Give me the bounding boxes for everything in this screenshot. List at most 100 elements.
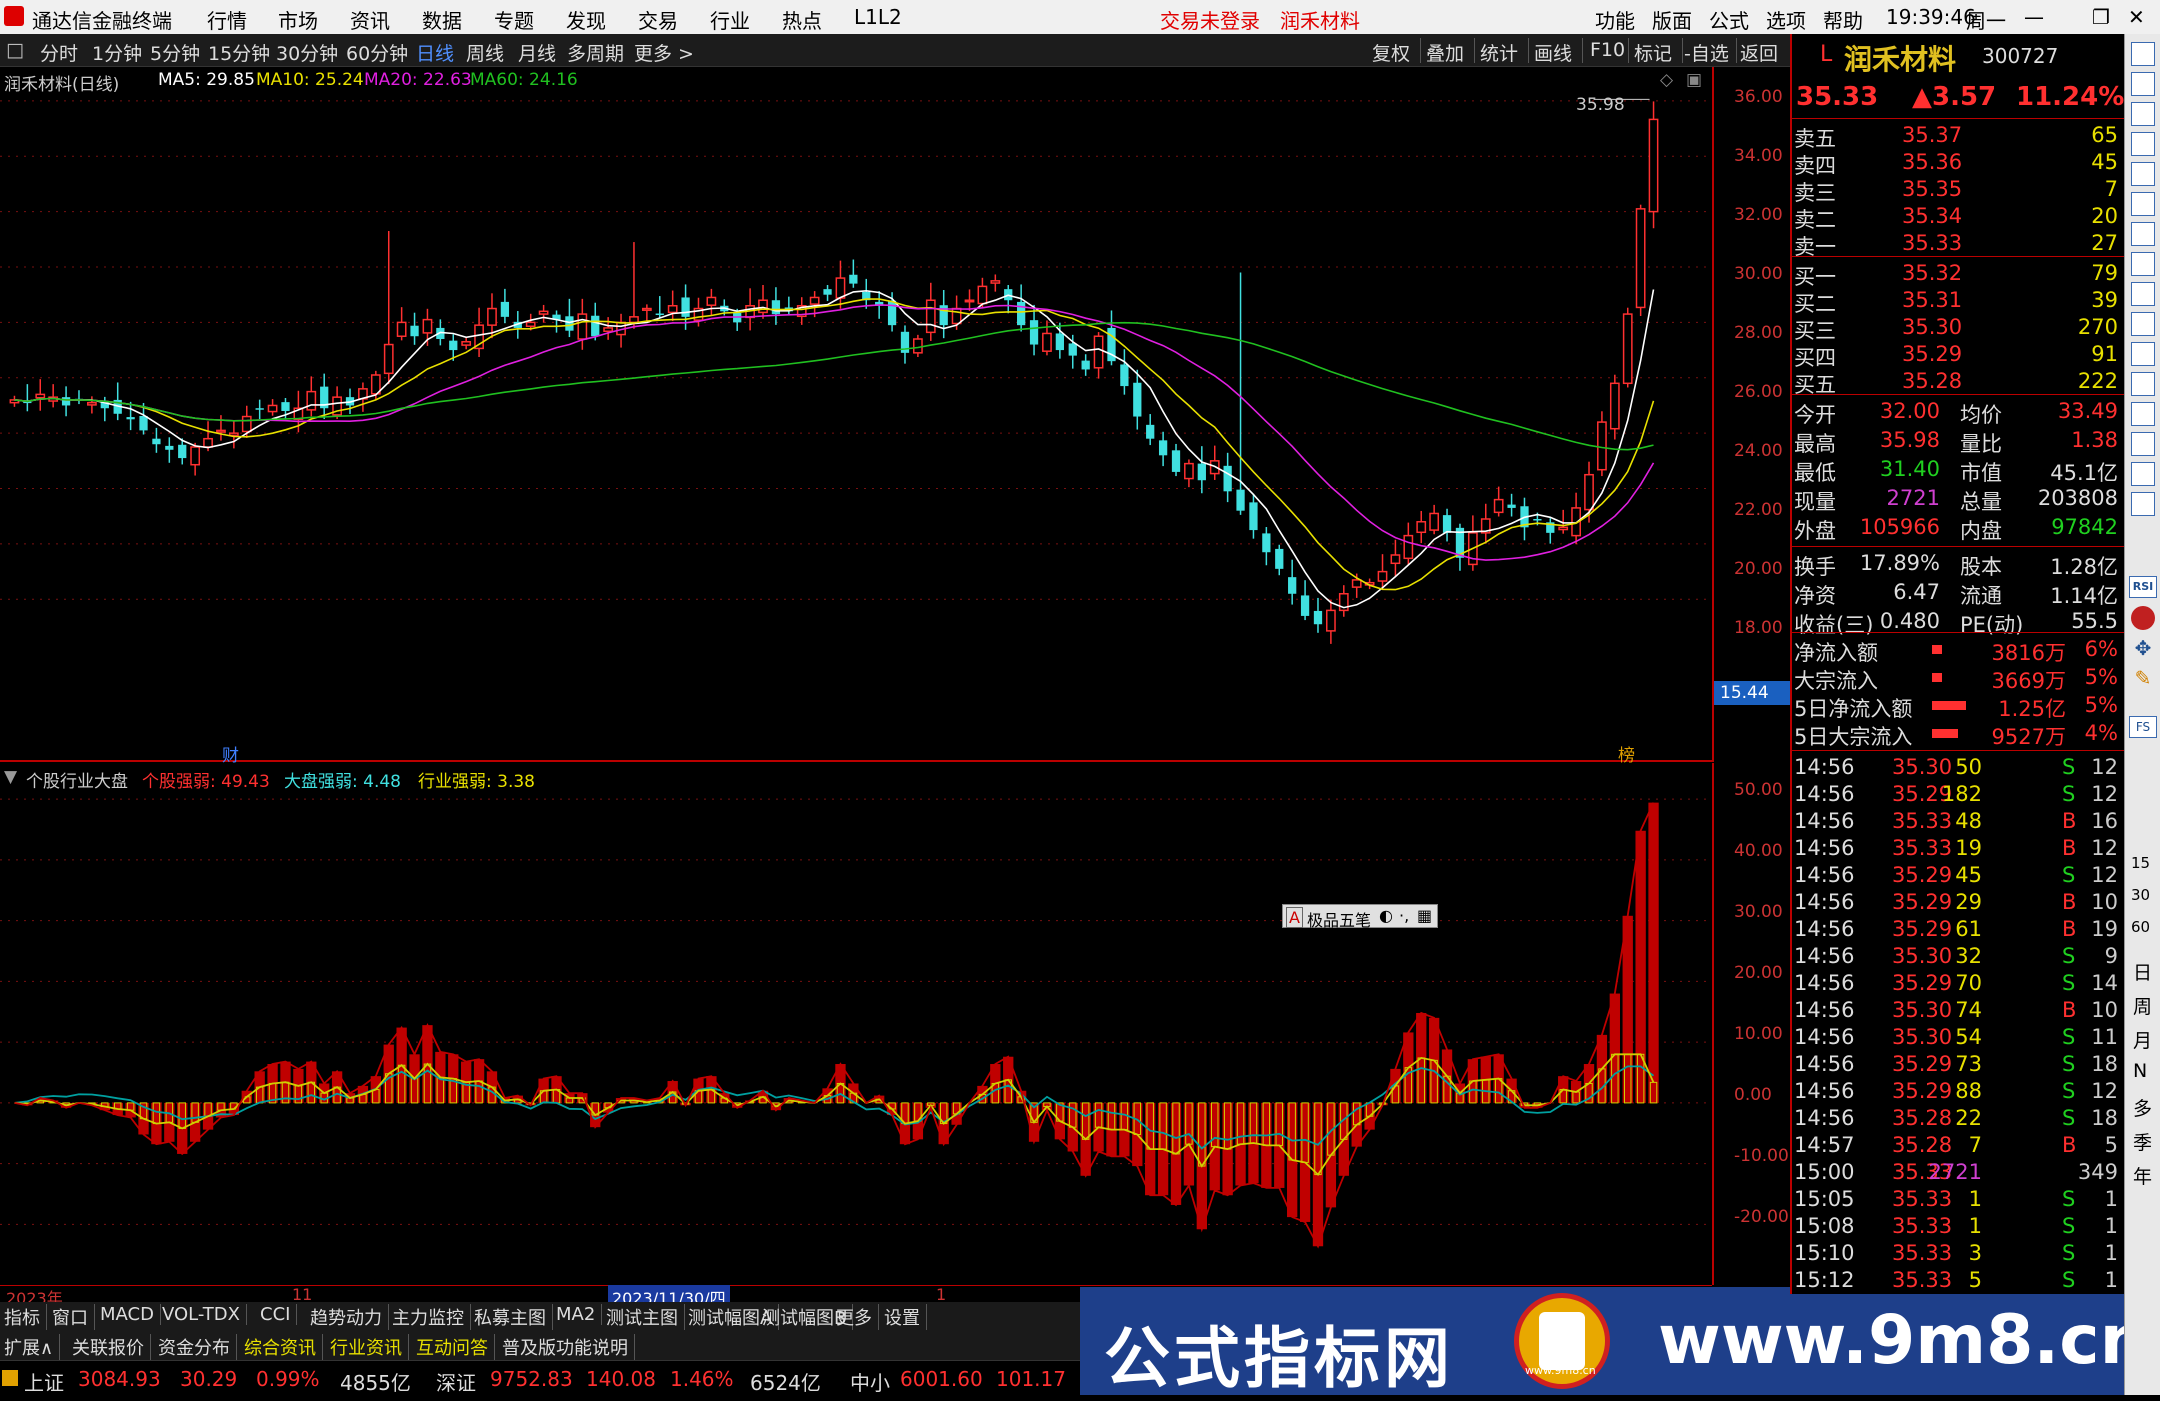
fs-icon[interactable]: FS: [2129, 716, 2157, 738]
period-monthly[interactable]: 月线: [518, 39, 556, 66]
f10-icon[interactable]: [2131, 312, 2155, 336]
menu-toggle-icon[interactable]: □: [6, 39, 24, 61]
menu-xuanxiang[interactable]: 选项: [1766, 5, 1806, 34]
menu-l1l2[interactable]: L1L2: [854, 5, 902, 29]
grid-icon[interactable]: [2131, 372, 2155, 396]
tab-info-3[interactable]: 综合资讯: [244, 1334, 323, 1360]
tab-info-4[interactable]: 行业资讯: [330, 1334, 409, 1360]
tool-diejia[interactable]: 叠加: [1426, 39, 1464, 66]
tab-indicator-6[interactable]: 主力监控: [392, 1304, 471, 1330]
tab-info-1[interactable]: 关联报价: [72, 1334, 151, 1360]
candlestick-chart[interactable]: [0, 67, 1712, 762]
period-15min[interactable]: 15分钟: [208, 39, 270, 66]
minute-shortcut-icon[interactable]: 30: [2131, 886, 2150, 904]
candle-icon[interactable]: [2131, 252, 2155, 276]
tool-huaxian[interactable]: 画线: [1534, 39, 1572, 66]
period-1min[interactable]: 1分钟: [92, 39, 142, 66]
menu-bangzhu[interactable]: 帮助: [1823, 5, 1863, 34]
tab-indicator-13[interactable]: 设置: [884, 1304, 927, 1330]
table-icon[interactable]: [2131, 162, 2155, 186]
period-fenshi[interactable]: 分时: [40, 39, 78, 66]
tab-info-2[interactable]: 资金分布: [158, 1334, 237, 1360]
period-shortcut-5[interactable]: 季: [2133, 1128, 2152, 1155]
period-60min[interactable]: 60分钟: [346, 39, 408, 66]
arrow-up-icon[interactable]: [2131, 72, 2155, 96]
tab-info-6[interactable]: 普及版功能说明: [502, 1334, 635, 1360]
menu-gongneng[interactable]: 功能: [1595, 5, 1635, 34]
tab-indicator-2[interactable]: MACD: [100, 1304, 161, 1325]
tab-indicator-0[interactable]: 指标: [4, 1304, 47, 1330]
period-shortcut-6[interactable]: 年: [2133, 1162, 2152, 1189]
period-shortcut-3[interactable]: N: [2133, 1060, 2147, 1082]
ime-keyboard-icon[interactable]: ▦: [1417, 906, 1432, 925]
minute-shortcut-icon[interactable]: 15: [2131, 854, 2150, 872]
menu-hangqing[interactable]: 行情: [207, 5, 247, 34]
strength-indicator-chart[interactable]: [0, 763, 1712, 1285]
ime-moon-icon[interactable]: ◐: [1379, 906, 1393, 925]
menu-gongshi[interactable]: 公式: [1709, 5, 1749, 34]
settings-icon[interactable]: ◇: [1660, 70, 1673, 90]
grid-icon[interactable]: [2131, 432, 2155, 456]
tool-fanhui[interactable]: 返回: [1740, 39, 1778, 66]
arrow-up-icon[interactable]: [2131, 42, 2155, 66]
move-icon[interactable]: ✥: [2131, 636, 2155, 660]
line-chart-icon[interactable]: [2131, 222, 2155, 246]
period-shortcut-0[interactable]: 日: [2133, 958, 2152, 985]
tab-indicator-3[interactable]: VOL-TDX: [162, 1304, 247, 1325]
menu-shuju[interactable]: 数据: [422, 5, 462, 34]
tab-indicator-5[interactable]: 趋势动力: [310, 1304, 389, 1330]
minimize-icon[interactable]: —: [2024, 5, 2044, 29]
grid-icon[interactable]: [2131, 402, 2155, 426]
tab-indicator-8[interactable]: MA2: [556, 1304, 603, 1325]
close-icon[interactable]: ✕: [2128, 5, 2145, 29]
ime-toolbar[interactable]: A 极品五笔 ◐ ·, ▦: [1282, 904, 1438, 930]
tool-fuquan[interactable]: 复权: [1372, 39, 1410, 66]
grid-icon[interactable]: [2131, 282, 2155, 306]
tab-indicator-4[interactable]: CCI: [260, 1304, 298, 1325]
menu-faxian[interactable]: 发现: [566, 5, 606, 34]
rsi-icon[interactable]: RSI: [2129, 576, 2157, 598]
candle-icon[interactable]: [2131, 192, 2155, 216]
grid-icon[interactable]: [2131, 462, 2155, 486]
sh-label[interactable]: 上证: [24, 1367, 64, 1396]
tab-info-5[interactable]: 互动问答: [416, 1334, 495, 1360]
period-5min[interactable]: 5分钟: [150, 39, 200, 66]
tab-indicator-12[interactable]: 更多: [836, 1304, 879, 1330]
menu-hangye[interactable]: 行业: [710, 5, 750, 34]
window-icon[interactable]: ▣: [1686, 70, 1702, 90]
restore-icon[interactable]: ❐: [2092, 5, 2110, 29]
zx-label[interactable]: 中小: [850, 1367, 890, 1396]
period-daily[interactable]: 日线: [416, 39, 454, 66]
chart-icon[interactable]: [2131, 132, 2155, 156]
menu-banmian[interactable]: 版面: [1652, 5, 1692, 34]
menu-redian[interactable]: 热点: [782, 5, 822, 34]
tool-biaoji[interactable]: 标记: [1634, 39, 1672, 66]
status-icon[interactable]: [2, 1370, 18, 1386]
period-multi[interactable]: 多周期: [567, 39, 624, 66]
tab-info-0[interactable]: 扩展∧: [4, 1334, 61, 1360]
alert-icon[interactable]: [2131, 606, 2155, 630]
menu-jiaoyi[interactable]: 交易: [638, 5, 678, 34]
login-status[interactable]: 交易未登录: [1160, 5, 1260, 34]
list-icon[interactable]: [2131, 342, 2155, 366]
ime-punct-icon[interactable]: ·,: [1399, 906, 1409, 925]
period-30min[interactable]: 30分钟: [276, 39, 338, 66]
period-weekly[interactable]: 周线: [466, 39, 504, 66]
period-shortcut-4[interactable]: 多: [2133, 1094, 2152, 1121]
tool-zixuan[interactable]: -自选: [1684, 39, 1729, 66]
menu-shichang[interactable]: 市场: [278, 5, 318, 34]
ime-mode-icon[interactable]: A: [1286, 907, 1303, 928]
menu-zhuanti[interactable]: 专题: [494, 5, 534, 34]
sz-label[interactable]: 深证: [436, 1367, 476, 1396]
period-shortcut-2[interactable]: 月: [2133, 1026, 2152, 1053]
tool-tongji[interactable]: 统计: [1480, 39, 1518, 66]
pen-icon[interactable]: ✎: [2131, 666, 2155, 690]
tool-f10[interactable]: F10: [1590, 39, 1625, 61]
tab-indicator-7[interactable]: 私募主图: [474, 1304, 553, 1330]
menu-zixun[interactable]: 资讯: [350, 5, 390, 34]
tab-indicator-9[interactable]: 测试主图: [606, 1304, 685, 1330]
minute-shortcut-icon[interactable]: 60: [2131, 918, 2150, 936]
dropdown-icon[interactable]: ▼: [4, 767, 17, 787]
period-shortcut-1[interactable]: 周: [2133, 992, 2152, 1019]
circle-icon[interactable]: [2131, 492, 2155, 516]
